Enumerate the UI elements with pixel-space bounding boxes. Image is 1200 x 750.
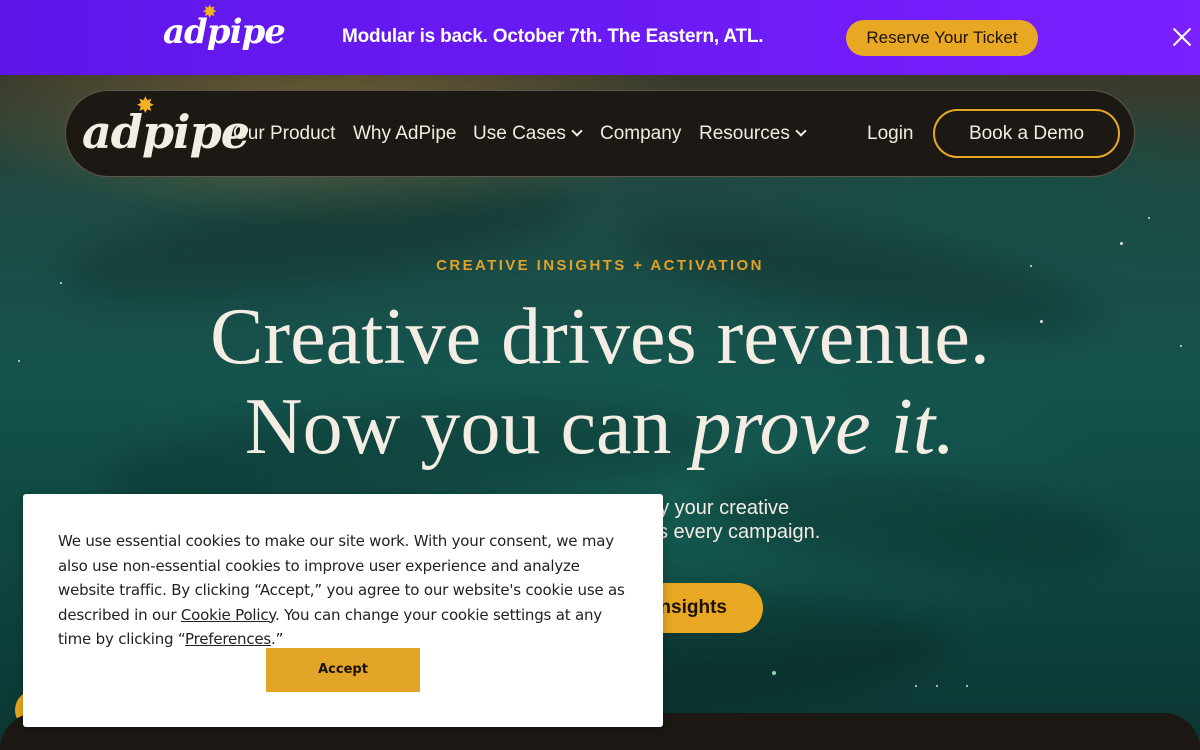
hero-headline-line2: Now you can prove it.: [0, 382, 1200, 472]
nav-logo[interactable]: adpipe ✸: [82, 93, 250, 159]
cookie-policy-link[interactable]: Cookie Policy: [181, 606, 275, 624]
nav-item-label: Our Product: [233, 123, 336, 144]
book-demo-button[interactable]: Book a Demo: [933, 109, 1120, 158]
star-icon: ✸: [137, 93, 154, 117]
headline-plain-text: Now you can: [244, 383, 692, 471]
logo-text: adpipe: [163, 12, 286, 52]
cookie-text-part: .”: [271, 630, 284, 648]
close-icon[interactable]: [1172, 27, 1192, 47]
preferences-link[interactable]: Preferences: [185, 630, 271, 648]
hero-headline-line1: Creative drives revenue.: [210, 293, 990, 381]
login-link[interactable]: Login: [867, 123, 914, 145]
announcement-logo[interactable]: adpipe ✸: [163, 2, 286, 52]
nav-item-label: Company: [600, 123, 682, 144]
accept-cookies-button[interactable]: Accept: [266, 648, 420, 692]
announcement-bar: adpipe ✸ Modular is back. October 7th. T…: [0, 0, 1200, 75]
chevron-down-icon: [571, 125, 583, 137]
star-icon: ✸: [203, 2, 216, 21]
chevron-down-icon: [795, 125, 807, 137]
nav-item-our-product[interactable]: Our Product: [233, 123, 335, 145]
nav-item-label: Use Cases: [473, 123, 566, 144]
nav-item-use-cases[interactable]: Use Cases: [473, 123, 583, 145]
nav-item-why-adpipe[interactable]: Why AdPipe: [353, 123, 457, 145]
reserve-ticket-button[interactable]: Reserve Your Ticket: [846, 20, 1038, 56]
nav-item-label: Resources: [699, 123, 790, 144]
nav-item-company[interactable]: Company: [600, 123, 681, 145]
logo-text: adpipe: [82, 105, 250, 159]
nav-item-resources[interactable]: Resources: [699, 123, 807, 145]
main-nav: adpipe ✸ Our Product Why AdPipe Use Case…: [65, 90, 1135, 177]
announcement-message: Modular is back. October 7th. The Easter…: [342, 26, 764, 47]
hero-eyebrow: CREATIVE INSIGHTS + ACTIVATION: [436, 257, 764, 274]
cookie-banner: We use essential cookies to make our sit…: [23, 494, 663, 727]
nav-item-label: Why AdPipe: [353, 123, 457, 144]
headline-italic-text: prove it.: [691, 383, 956, 471]
cookie-message: We use essential cookies to make our sit…: [58, 529, 628, 652]
